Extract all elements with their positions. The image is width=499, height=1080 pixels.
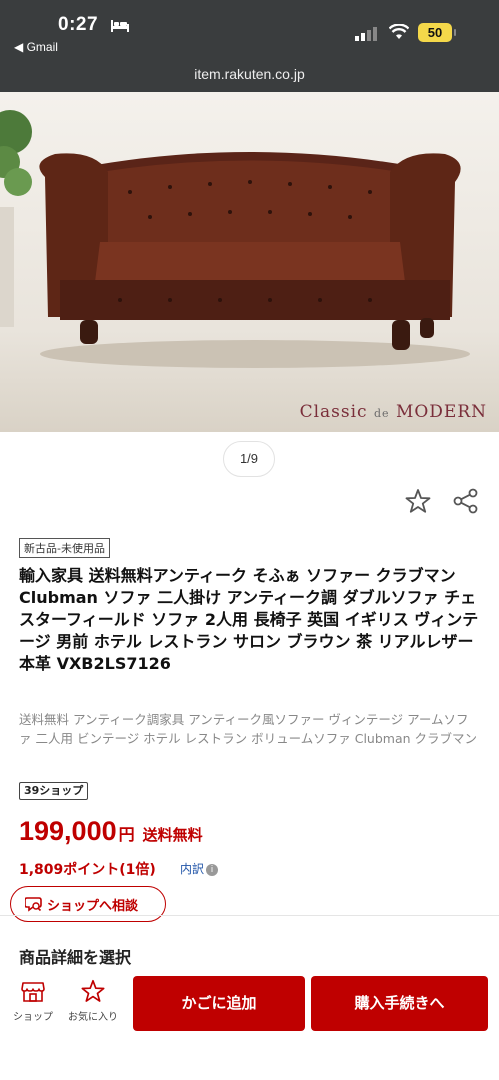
price-unit: 円 [118,825,135,844]
info-icon: i [206,863,219,876]
shop-nav-label: ショップ [13,1012,53,1023]
free-shipping-label: 送料無料 [142,826,203,844]
watermark: Classic de MODERN [299,402,487,422]
select-detail-heading[interactable]: 商品詳細を選択 [19,944,131,968]
product-title: 輸入家具 送料無料アンティーク そふぁ ソファー クラブマン Clubman ソ… [19,566,479,673]
chat-icon [25,897,42,912]
condition-badge: 新古品-未使用品 [19,538,110,558]
battery-indicator: 50 [418,23,456,42]
favorite-star-icon [81,979,105,1002]
shop-icon [21,982,45,1002]
points-breakdown-link[interactable]: 内訳 i [180,860,219,877]
shop-nav-button[interactable]: ショップ [3,978,63,1023]
favorite-nav-label: お気に入り [68,1012,118,1023]
consult-shop-button[interactable]: ショップへ相談 [10,886,166,922]
star-icon[interactable] [404,487,432,515]
url-bar[interactable]: item.rakuten.co.jp [0,66,499,82]
shop-badge: 39ショップ [19,782,89,800]
divider [0,915,499,916]
product-image[interactable]: Classic de MODERN [0,92,499,432]
sofa-illustration [0,110,470,368]
back-to-gmail[interactable]: ◀ Gmail [14,40,58,54]
clock: 0:27 [58,14,99,35]
status-bar: 0:27 ◀ Gmail 50 item.rakuten.co.jp [0,0,499,92]
checkout-button[interactable]: 購入手続きへ [311,976,488,1031]
add-to-cart-button[interactable]: かごに追加 [133,976,305,1031]
favorite-nav-button[interactable]: お気に入り [63,978,123,1023]
price-value: 199,000 [19,816,117,846]
points: 1,809ポイント(1倍) [19,862,156,878]
price: 199,000 円送料無料 [19,816,203,847]
share-icon[interactable] [452,487,480,515]
wifi-icon [389,24,409,39]
bottom-action-bar: ショップ お気に入り かごに追加 購入手続きへ [0,966,499,1080]
bed-icon [111,20,129,32]
signal-icon [355,27,377,41]
product-subtitle: 送料無料 アンティーク調家具 アンティーク風ソファー ヴィンテージ アームソファ… [19,712,478,746]
image-pager[interactable]: 1/9 [223,441,275,477]
